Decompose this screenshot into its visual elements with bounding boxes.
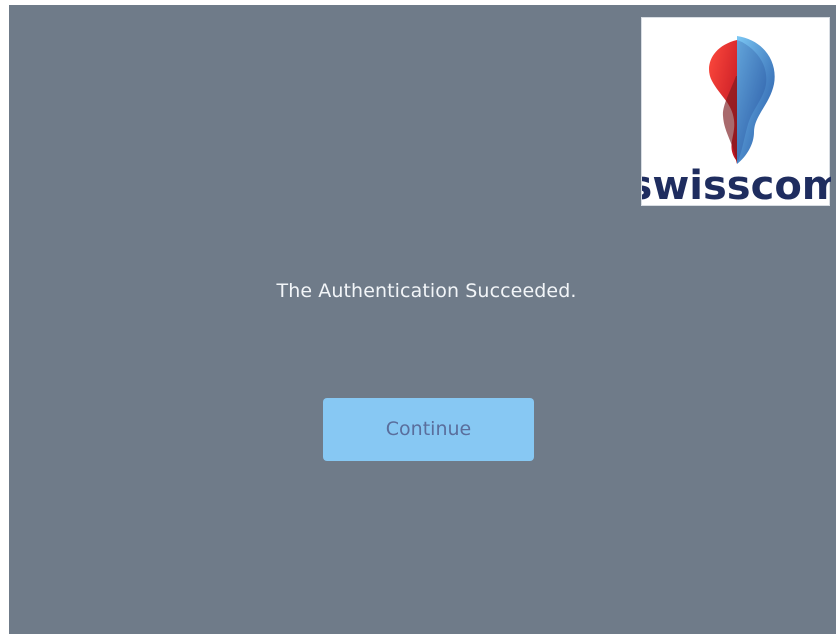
auth-success-message: The Authentication Succeeded. — [276, 280, 577, 302]
continue-button[interactable]: Continue — [323, 398, 534, 461]
swisscom-logo-icon: swisscom — [642, 36, 831, 207]
swisscom-logo: swisscom — [641, 17, 831, 207]
swisscom-wordmark: swisscom — [642, 163, 831, 207]
